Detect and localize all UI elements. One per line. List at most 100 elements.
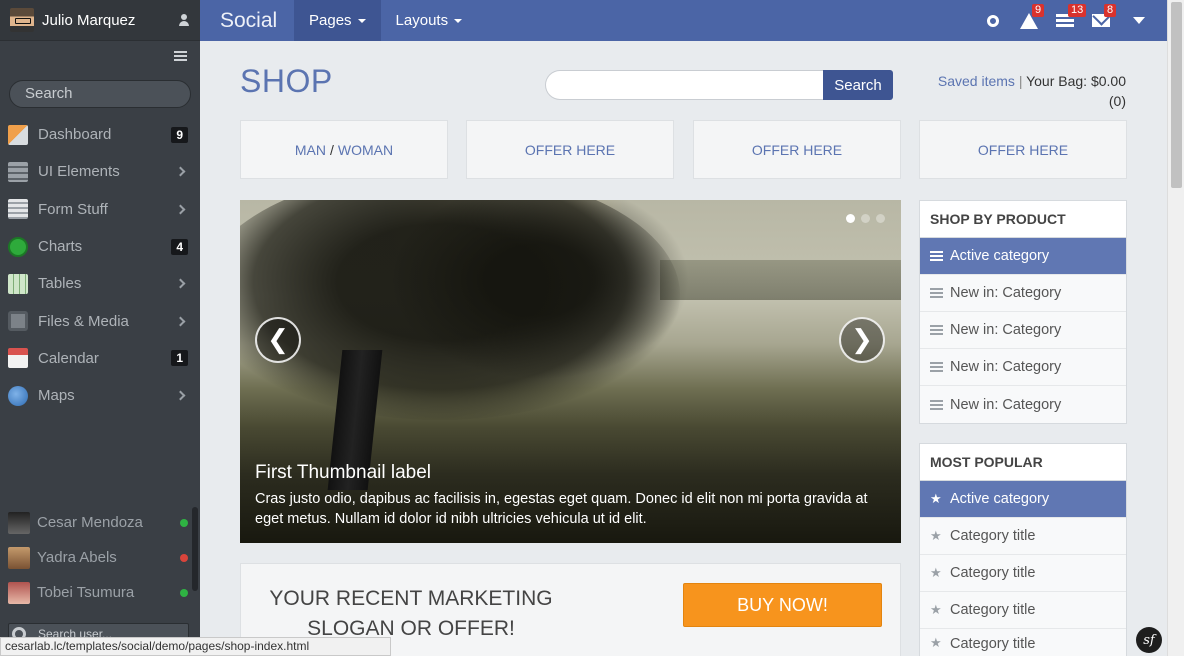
- sidebar-item-label: Files & Media: [38, 312, 129, 330]
- category-label: Category title: [950, 602, 1036, 618]
- chevron-right-icon: [175, 316, 186, 327]
- tables-icon: [8, 273, 28, 294]
- offer-box[interactable]: OFFER HERE: [919, 120, 1127, 179]
- carousel-indicator[interactable]: [846, 214, 855, 223]
- caption-text: Cras justo odio, dapibus ac facilisis in…: [255, 491, 868, 527]
- avatar: [8, 546, 30, 569]
- page-scrollbar[interactable]: [1167, 0, 1184, 656]
- category-item[interactable]: ★ Category title: [920, 518, 1126, 555]
- contact-name: Tobei Tsumura: [37, 584, 135, 601]
- search-button[interactable]: Search: [823, 70, 893, 100]
- layouts-menu-label: Layouts: [395, 12, 449, 29]
- offer-man-woman: MAN / WOMAN: [240, 120, 448, 179]
- chevron-right-icon: [175, 278, 186, 289]
- category-item[interactable]: ★ Category title: [920, 592, 1126, 629]
- sidebar-item-tables[interactable]: Tables: [0, 265, 200, 302]
- status-bar-url: cesarlab.lc/templates/social/demo/pages/…: [0, 637, 391, 656]
- carousel-indicator[interactable]: [876, 214, 885, 223]
- sidebar-item-form-stuff[interactable]: Form Stuff: [0, 191, 200, 228]
- home-icon: [8, 124, 28, 145]
- woman-link[interactable]: WOMAN: [338, 142, 393, 158]
- category-label: New in: Category: [950, 285, 1062, 301]
- contact-item[interactable]: Cesar Mendoza: [0, 505, 200, 540]
- scrollbar-thumb[interactable]: [1171, 2, 1182, 188]
- caret-down-icon: [454, 18, 463, 23]
- category-item[interactable]: New in: Category: [920, 386, 1126, 423]
- chevron-right-icon: [175, 166, 186, 177]
- saved-items-link[interactable]: Saved items: [938, 73, 1015, 89]
- man-link[interactable]: MAN: [295, 142, 326, 158]
- sidebar-item-ui-elements[interactable]: UI Elements: [0, 153, 200, 190]
- sidebar-item-calendar[interactable]: Calendar 1: [0, 340, 200, 377]
- bag-separator: |: [1018, 73, 1023, 89]
- brand-logo[interactable]: Social: [200, 9, 294, 33]
- category-item[interactable]: New in: Category: [920, 275, 1126, 312]
- contact-list: Cesar Mendoza Yadra Abels Tobei Tsumura: [0, 505, 200, 610]
- category-label: Active category: [950, 248, 1050, 264]
- contact-item[interactable]: Yadra Abels: [0, 540, 200, 575]
- sidebar-search-input[interactable]: Search: [9, 80, 191, 108]
- star-icon: ★: [930, 491, 942, 507]
- bag-summary: Saved items | Your Bag: $0.00 (0): [900, 71, 1126, 111]
- bag-link[interactable]: Your Bag: $0.00: [1026, 73, 1126, 89]
- layouts-menu[interactable]: Layouts: [381, 0, 478, 41]
- category-item[interactable]: New in: Category: [920, 312, 1126, 349]
- sidebar-item-charts[interactable]: Charts 4: [0, 228, 200, 265]
- sidebar-item-maps[interactable]: Maps: [0, 377, 200, 414]
- most-popular-panel: MOST POPULAR ★ Active category ★ Category …: [919, 443, 1127, 656]
- contact-item[interactable]: Tobei Tsumura: [0, 575, 200, 610]
- user-icon[interactable]: [178, 14, 190, 26]
- warnings-badge: 9: [1032, 4, 1045, 17]
- shop-search-input[interactable]: [545, 70, 824, 100]
- carousel-caption: First Thumbnail label Cras justo odio, d…: [255, 462, 890, 529]
- category-item[interactable]: ★ Category title: [920, 555, 1126, 592]
- charts-icon: [8, 236, 28, 257]
- sidebar-item-label: Calendar: [38, 349, 99, 367]
- category-label: Active category: [950, 491, 1050, 507]
- pages-menu[interactable]: Pages: [294, 0, 381, 41]
- category-label: Category title: [950, 528, 1036, 544]
- sidebar-item-label: Form Stuff: [38, 200, 108, 218]
- camera-icon: [8, 311, 28, 332]
- carousel-next-button[interactable]: ❯: [839, 317, 885, 363]
- sidebar-item-files-media[interactable]: Files & Media: [0, 302, 200, 339]
- tasks-button[interactable]: 13: [1047, 0, 1087, 41]
- ui-elements-icon: [8, 161, 28, 182]
- image-carousel[interactable]: ❮ ❯ First Thumbnail label Cras justo odi…: [240, 200, 901, 543]
- avatar: [8, 581, 30, 604]
- list-icon: [930, 362, 943, 372]
- carousel-indicator[interactable]: [861, 214, 870, 223]
- contact-name: Cesar Mendoza: [37, 514, 143, 531]
- category-item[interactable]: ★ Category title: [920, 629, 1126, 656]
- topbar-actions: 9 13 8: [975, 0, 1167, 41]
- category-label: New in: Category: [950, 322, 1062, 338]
- sidebar-item-dashboard[interactable]: Dashboard 9: [0, 116, 200, 153]
- offer-box[interactable]: OFFER HERE: [466, 120, 674, 179]
- chevron-right-icon: ❯: [851, 325, 873, 355]
- list-icon: [930, 399, 943, 410]
- contact-name: Yadra Abels: [37, 549, 117, 566]
- sidebar-nav: Dashboard 9 UI Elements Form Stuff Chart…: [0, 116, 200, 414]
- user-avatar: [10, 8, 34, 32]
- buy-now-button[interactable]: BUY NOW!: [683, 583, 882, 627]
- category-label: Category title: [950, 565, 1036, 581]
- list-icon: [930, 288, 943, 298]
- carousel-prev-button[interactable]: ❮: [255, 317, 301, 363]
- offer-box[interactable]: OFFER HERE: [693, 120, 901, 179]
- calendar-icon: [8, 348, 28, 369]
- category-item[interactable]: ★ Active category: [920, 481, 1126, 518]
- bag-count: (0): [1108, 93, 1126, 109]
- category-label: New in: Category: [950, 359, 1062, 375]
- symfony-toolbar-icon[interactable]: sf: [1136, 627, 1162, 653]
- settings-button[interactable]: [975, 0, 1011, 41]
- chevron-down-icon[interactable]: [1133, 17, 1145, 24]
- offer-slash: /: [330, 141, 334, 158]
- status-online-indicator: [180, 518, 188, 527]
- contacts-scrollbar[interactable]: [192, 507, 198, 591]
- warnings-button[interactable]: 9: [1011, 0, 1047, 41]
- category-item[interactable]: Active category: [920, 238, 1126, 275]
- menu-toggle-icon[interactable]: [174, 51, 187, 61]
- messages-button[interactable]: 8: [1083, 0, 1119, 41]
- category-item[interactable]: New in: Category: [920, 349, 1126, 386]
- sidebar-user[interactable]: Julio Marquez: [0, 0, 200, 41]
